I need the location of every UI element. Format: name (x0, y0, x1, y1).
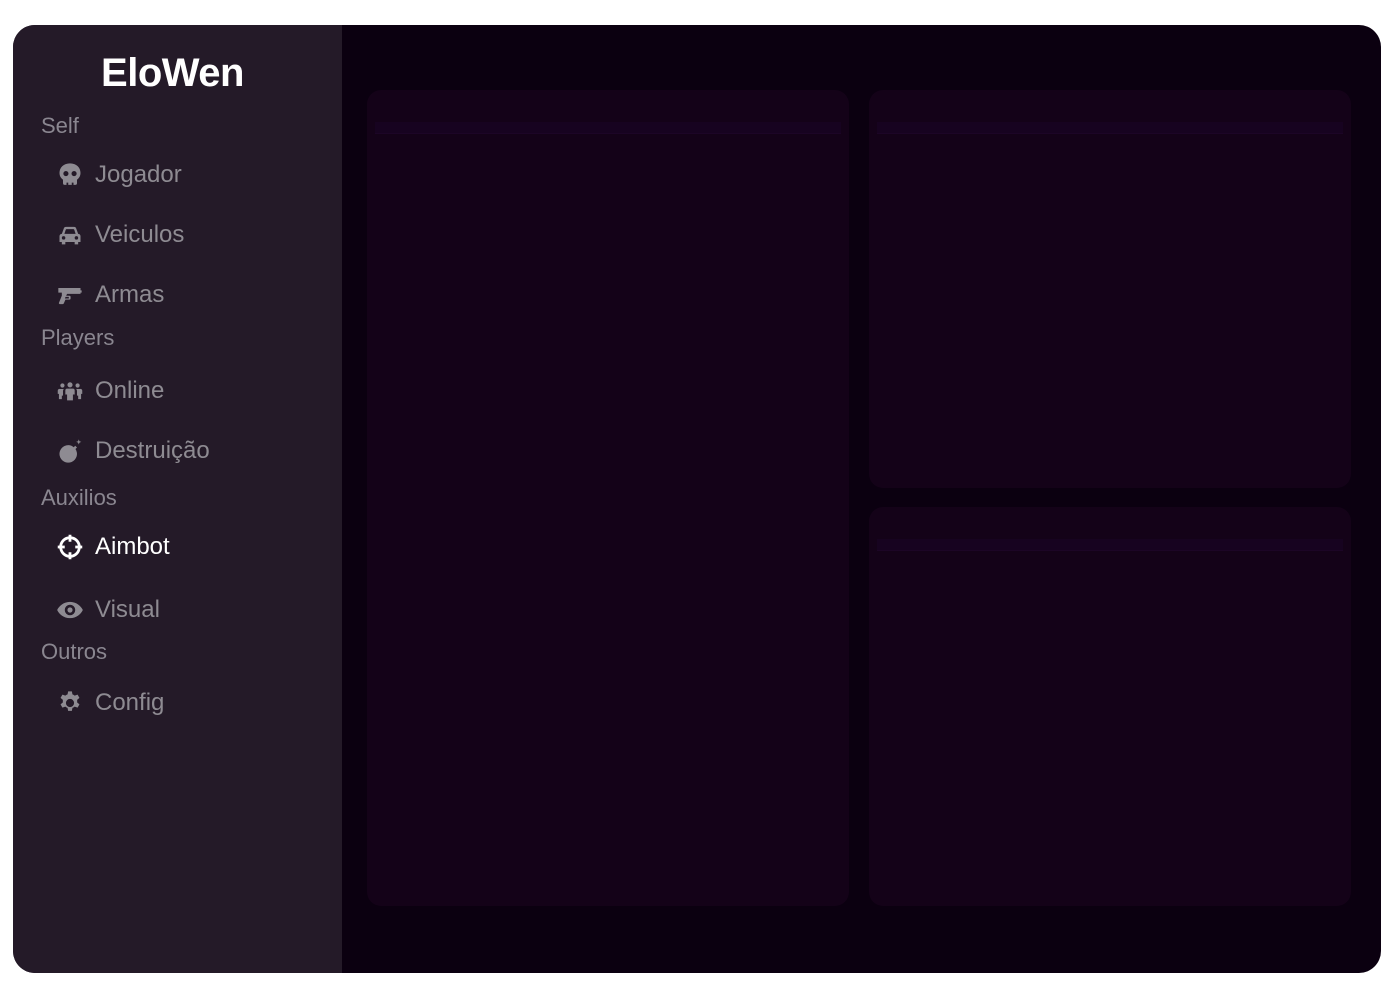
section-label-outros: Outros (41, 639, 108, 664)
car-icon (55, 220, 85, 250)
panel-header (877, 122, 1343, 134)
main-content (342, 25, 1381, 973)
sidebar-item-destruicao[interactable]: Destruição (55, 431, 210, 471)
sidebar-item-label: Destruição (95, 437, 210, 464)
sidebar-item-config[interactable]: Config (55, 683, 164, 723)
sidebar-item-label: Visual (95, 596, 160, 623)
users-icon (55, 376, 85, 406)
sidebar: EloWen Self Jogador Veiculos Armas Playe… (13, 25, 342, 973)
sidebar-item-online[interactable]: Online (55, 371, 164, 411)
content-panel-top-right (869, 90, 1351, 488)
sidebar-item-label: Jogador (95, 161, 182, 188)
section-label-players: Players (41, 325, 115, 350)
bomb-icon (55, 436, 85, 466)
eye-icon (55, 595, 85, 625)
app-window: EloWen Self Jogador Veiculos Armas Playe… (13, 25, 1381, 973)
content-panel-left (367, 90, 849, 906)
sidebar-item-jogador[interactable]: Jogador (55, 155, 182, 195)
sidebar-item-aimbot[interactable]: Aimbot (55, 527, 170, 567)
gun-icon (55, 280, 85, 310)
sidebar-item-veiculos[interactable]: Veiculos (55, 215, 184, 255)
panel-header (877, 539, 1343, 551)
section-label-auxilios: Auxilios (41, 485, 117, 510)
section-label-self: Self (41, 113, 79, 138)
panel-header (375, 122, 841, 134)
crosshair-icon (55, 532, 85, 562)
content-panel-bottom-right (869, 507, 1351, 906)
sidebar-item-label: Config (95, 689, 165, 716)
sidebar-item-label: Veiculos (95, 221, 185, 248)
sidebar-item-label: Online (95, 377, 165, 404)
sidebar-item-visual[interactable]: Visual (55, 590, 160, 630)
brand-logo: EloWen (101, 51, 244, 95)
sidebar-item-label: Aimbot (95, 533, 170, 560)
sidebar-item-label: Armas (95, 281, 165, 308)
sidebar-item-armas[interactable]: Armas (55, 275, 164, 315)
skull-icon (55, 160, 85, 190)
gear-icon (55, 688, 85, 718)
